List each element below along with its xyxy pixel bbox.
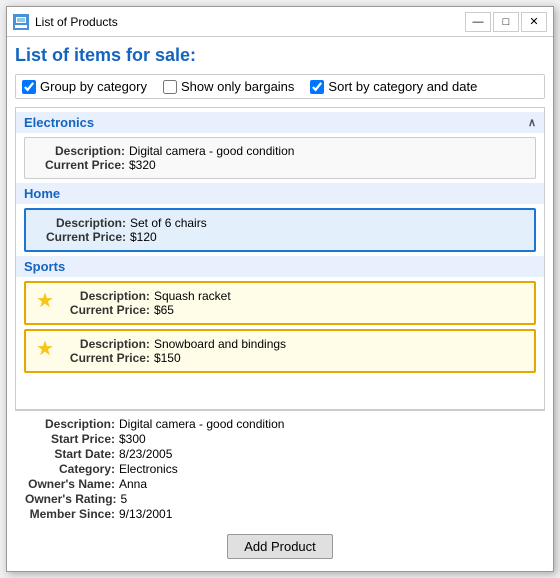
add-button-row: Add Product xyxy=(15,528,545,563)
price-label: Current Price: xyxy=(60,351,150,365)
detail-member-since-line: Member Since: 9/13/2001 xyxy=(25,507,535,521)
description-value: Digital camera - good condition xyxy=(129,144,294,158)
price-label: Current Price: xyxy=(36,230,126,244)
description-line: Description: Set of 6 chairs xyxy=(36,216,524,230)
detail-start-price-line: Start Price: $300 xyxy=(25,432,535,446)
product-row: ★ Description: Snowboard and bindings Cu… xyxy=(36,337,524,365)
collapse-icon-electronics[interactable]: ∧ xyxy=(528,116,536,129)
detail-description-line: Description: Digital camera - good condi… xyxy=(25,417,535,431)
product-details: Description: Snowboard and bindings Curr… xyxy=(60,337,524,365)
minimize-button[interactable]: — xyxy=(465,12,491,32)
group-by-category-label[interactable]: Group by category xyxy=(40,79,147,94)
detail-start-price-label: Start Price: xyxy=(25,432,115,446)
description-label: Description: xyxy=(60,289,150,303)
product-item-digital-camera[interactable]: Description: Digital camera - good condi… xyxy=(24,137,536,179)
detail-start-date-label: Start Date: xyxy=(25,447,115,461)
price-value: $320 xyxy=(129,158,156,172)
description-value: Set of 6 chairs xyxy=(130,216,207,230)
detail-start-price-value: $300 xyxy=(119,432,146,446)
detail-owner-rating-label: Owner's Rating: xyxy=(25,492,117,506)
group-by-category-option[interactable]: Group by category xyxy=(22,79,147,94)
price-line: Current Price: $150 xyxy=(60,351,524,365)
detail-description-label: Description: xyxy=(25,417,115,431)
price-value: $150 xyxy=(154,351,181,365)
detail-member-since-label: Member Since: xyxy=(25,507,115,521)
price-line: Current Price: $320 xyxy=(35,158,525,172)
category-header-sports[interactable]: Sports xyxy=(16,256,544,277)
add-product-button[interactable]: Add Product xyxy=(227,534,333,559)
price-label: Current Price: xyxy=(35,158,125,172)
sort-by-category-date-label[interactable]: Sort by category and date xyxy=(328,79,477,94)
sort-by-category-date-option[interactable]: Sort by category and date xyxy=(310,79,477,94)
show-only-bargains-option[interactable]: Show only bargains xyxy=(163,79,294,94)
description-line: Description: Digital camera - good condi… xyxy=(35,144,525,158)
detail-category-label: Category: xyxy=(25,462,115,476)
product-item-squash-racket[interactable]: ★ Description: Squash racket Current Pri… xyxy=(24,281,536,325)
product-details: Description: Squash racket Current Price… xyxy=(60,289,524,317)
sort-by-category-date-checkbox[interactable] xyxy=(310,80,324,94)
group-by-category-checkbox[interactable] xyxy=(22,80,36,94)
description-value: Squash racket xyxy=(154,289,231,303)
category-name-home: Home xyxy=(24,186,60,201)
detail-owner-rating-line: Owner's Rating: 5 xyxy=(25,492,535,506)
filter-options-row: Group by category Show only bargains Sor… xyxy=(15,74,545,99)
description-label: Description: xyxy=(35,144,125,158)
detail-panel: Description: Digital camera - good condi… xyxy=(15,410,545,528)
maximize-button[interactable]: □ xyxy=(493,12,519,32)
product-row: Description: Set of 6 chairs Current Pri… xyxy=(36,216,524,244)
product-item-snowboard[interactable]: ★ Description: Snowboard and bindings Cu… xyxy=(24,329,536,373)
detail-owner-name-label: Owner's Name: xyxy=(25,477,115,491)
window-title: List of Products xyxy=(35,15,465,29)
price-line: Current Price: $65 xyxy=(60,303,524,317)
product-row: ★ Description: Squash racket Current Pri… xyxy=(36,289,524,317)
category-name-electronics: Electronics xyxy=(24,115,94,130)
close-button[interactable]: ✕ xyxy=(521,12,547,32)
detail-category-value: Electronics xyxy=(119,462,178,476)
detail-member-since-value: 9/13/2001 xyxy=(119,507,172,521)
detail-start-date-value: 8/23/2005 xyxy=(119,447,172,461)
description-label: Description: xyxy=(60,337,150,351)
main-window: List of Products — □ ✕ List of items for… xyxy=(6,6,554,572)
product-item-chairs[interactable]: Description: Set of 6 chairs Current Pri… xyxy=(24,208,536,252)
product-details: Description: Set of 6 chairs Current Pri… xyxy=(36,216,524,244)
title-bar: List of Products — □ ✕ xyxy=(7,7,553,37)
price-label: Current Price: xyxy=(60,303,150,317)
price-line: Current Price: $120 xyxy=(36,230,524,244)
show-only-bargains-checkbox[interactable] xyxy=(163,80,177,94)
category-name-sports: Sports xyxy=(24,259,65,274)
product-row: Description: Digital camera - good condi… xyxy=(35,144,525,172)
window-icon xyxy=(13,14,29,30)
bargain-star-icon: ★ xyxy=(36,291,54,311)
page-heading: List of items for sale: xyxy=(15,45,545,66)
description-line: Description: Snowboard and bindings xyxy=(60,337,524,351)
description-value: Snowboard and bindings xyxy=(154,337,286,351)
detail-owner-name-value: Anna xyxy=(119,477,147,491)
product-list[interactable]: Electronics ∧ Description: Digital camer… xyxy=(15,107,545,410)
description-line: Description: Squash racket xyxy=(60,289,524,303)
category-header-home[interactable]: Home xyxy=(16,183,544,204)
window-controls: — □ ✕ xyxy=(465,12,547,32)
show-only-bargains-label[interactable]: Show only bargains xyxy=(181,79,294,94)
price-value: $65 xyxy=(154,303,174,317)
detail-category-line: Category: Electronics xyxy=(25,462,535,476)
window-body: List of items for sale: Group by categor… xyxy=(7,37,553,571)
detail-description-value: Digital camera - good condition xyxy=(119,417,284,431)
price-value: $120 xyxy=(130,230,157,244)
product-details: Description: Digital camera - good condi… xyxy=(35,144,525,172)
detail-start-date-line: Start Date: 8/23/2005 xyxy=(25,447,535,461)
detail-owner-rating-value: 5 xyxy=(121,492,128,506)
category-header-electronics[interactable]: Electronics ∧ xyxy=(16,112,544,133)
detail-owner-name-line: Owner's Name: Anna xyxy=(25,477,535,491)
bargain-star-icon: ★ xyxy=(36,339,54,359)
description-label: Description: xyxy=(36,216,126,230)
